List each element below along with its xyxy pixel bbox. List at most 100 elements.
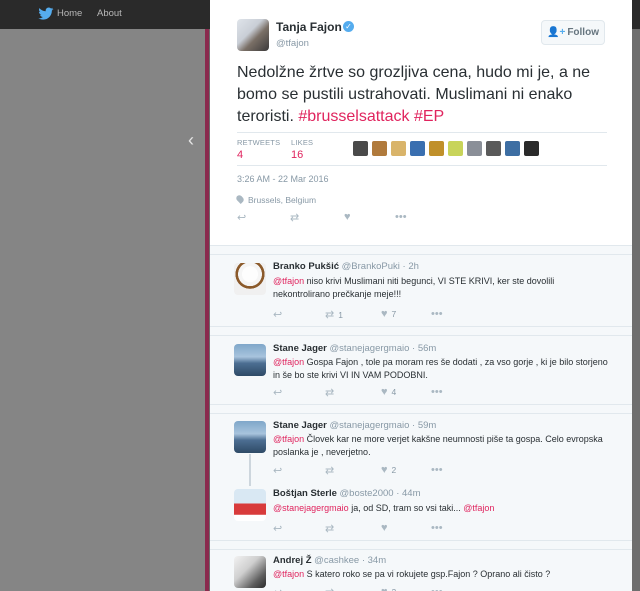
retweet-icon[interactable]: ⇄ 1 (325, 308, 343, 321)
reply-icon[interactable]: ↩ (237, 211, 246, 224)
likes-count: 16 (291, 149, 304, 161)
like-heart-icon[interactable]: ♥2 (381, 464, 396, 476)
follow-user-icon: 👤+ (547, 27, 566, 38)
previous-tweet-arrow-icon[interactable]: ‹ (188, 130, 194, 151)
reply-author-name: Boštjan Sterle (273, 488, 337, 499)
like-heart-icon[interactable]: ♥ (344, 211, 351, 223)
like-heart-icon[interactable]: ♥ 7 (381, 308, 396, 320)
reply-thread: Stane Jager @stanejagergmaio · 59m @tfaj… (210, 414, 632, 541)
more-icon[interactable]: ••• (395, 211, 407, 223)
liker-avatar[interactable] (524, 141, 539, 156)
reply-tweet[interactable]: Branko Pukšić @BrankoPuki · 2h @tfajon n… (210, 255, 632, 327)
reply-icon[interactable]: ↩ (273, 586, 282, 591)
liker-avatar[interactable] (486, 141, 501, 156)
retweet-icon[interactable]: ⇄ (325, 386, 334, 399)
avatar[interactable] (234, 489, 266, 521)
reply-body: niso krivi Muslimani niti begunci, VI ST… (273, 276, 555, 299)
reply-text: @tfajon Gospa Fajon , tole pa moram res … (273, 356, 613, 381)
follow-label: Follow (567, 27, 599, 38)
mention-link[interactable]: @tfajon (463, 503, 494, 513)
replies-separator (210, 405, 632, 414)
reply-tweet[interactable]: Stane Jager @stanejagergmaio · 56m @tfaj… (210, 336, 632, 405)
liker-avatar[interactable] (448, 141, 463, 156)
likes-stat[interactable]: LIKES 16 (291, 138, 313, 161)
reply-author[interactable]: Boštjan Sterle @boste2000 · 44m (273, 488, 421, 499)
avatar[interactable] (237, 19, 269, 51)
tweet-location[interactable]: Brussels, Belgium (235, 194, 316, 205)
like-count: 2 (391, 465, 397, 475)
like-heart-icon[interactable]: ♥ 4 (381, 386, 396, 398)
like-count: 4 (391, 387, 397, 397)
more-icon[interactable]: ••• (431, 586, 443, 591)
more-icon[interactable]: ••• (431, 308, 443, 320)
avatar[interactable] (234, 344, 266, 376)
reply-author[interactable]: Andrej Ž @cashkee · 34m (273, 555, 386, 566)
twitter-bird-icon[interactable] (38, 7, 54, 21)
profile-header-strip (205, 29, 209, 591)
nav-about-link[interactable]: About (97, 8, 122, 19)
likes-label: LIKES (291, 138, 314, 147)
liker-avatar[interactable] (467, 141, 482, 156)
reply-tweet[interactable]: Andrej Ž @cashkee · 34m @tfajon S katero… (210, 550, 632, 591)
retweet-count: 1 (338, 310, 343, 320)
retweets-count: 4 (237, 149, 244, 161)
main-tweet: Tanja Fajon ✓ @tfajon 👤+ Follow Nedolžne … (210, 0, 632, 246)
nav-home-link[interactable]: Home (57, 8, 82, 19)
author-handle[interactable]: @tfajon (276, 38, 309, 49)
replies-separator (210, 541, 632, 550)
retweet-icon[interactable]: ⇄ (325, 586, 334, 591)
reply-author[interactable]: Stane Jager @stanejagergmaio · 59m (273, 420, 436, 431)
reply-author-handle: @BrankoPuki (341, 261, 400, 272)
reply-time: · 44m (396, 488, 421, 499)
reply-author-handle: @stanejagergmaio (329, 420, 410, 431)
reply-icon[interactable]: ↩ (273, 308, 282, 321)
reply-author-name: Stane Jager (273, 420, 327, 431)
liker-avatar[interactable] (410, 141, 425, 156)
more-icon[interactable]: ••• (431, 386, 443, 398)
reply-time: · 34m (361, 555, 387, 566)
liker-avatar[interactable] (505, 141, 520, 156)
reply-author-name: Branko Pukšić (273, 261, 339, 272)
reply-time: · 56m (412, 343, 437, 354)
hashtag-link[interactable]: #brusselsattack (298, 108, 409, 125)
reply-body: Gospa Fajon , tole pa moram res še dodat… (273, 357, 608, 380)
reply-body: Človek kar ne more verjet kakšne neumnos… (273, 434, 603, 457)
reply-text: @tfajon Človek kar ne more verjet kakšne… (273, 433, 613, 458)
hashtag-link[interactable]: #EP (414, 108, 444, 125)
reply-author[interactable]: Branko Pukšić @BrankoPuki · 2h (273, 261, 419, 272)
retweet-icon[interactable]: ⇄ (325, 522, 334, 535)
retweet-icon[interactable]: ⇄ (325, 464, 334, 477)
more-icon[interactable]: ••• (431, 464, 443, 476)
follow-button[interactable]: 👤+ Follow (541, 20, 605, 45)
avatar[interactable] (234, 263, 266, 295)
mention-link[interactable]: @tfajon (273, 357, 304, 367)
liker-avatar[interactable] (429, 141, 444, 156)
avatar[interactable] (234, 556, 266, 588)
reply-icon[interactable]: ↩ (273, 522, 282, 535)
reply-body: S katero roko se pa vi rokujete gsp.Fajo… (304, 569, 551, 579)
like-count: 2 (392, 587, 397, 591)
author-name[interactable]: Tanja Fajon (276, 20, 342, 34)
retweet-icon[interactable]: ⇄ (290, 211, 299, 224)
mention-link[interactable]: @tfajon (273, 276, 304, 286)
avatar[interactable] (234, 421, 266, 453)
replies-separator (210, 246, 632, 255)
like-heart-icon[interactable]: ♥ (381, 522, 388, 534)
reply-text: @stanejagergmaio ja, od SD, tram so vsi … (273, 502, 613, 515)
reply-text: @tfajon niso krivi Muslimani niti begunc… (273, 275, 613, 300)
thread-connector (249, 454, 251, 486)
mention-link[interactable]: @stanejagergmaio (273, 503, 349, 513)
mention-link[interactable]: @tfajon (273, 434, 304, 444)
retweets-stat[interactable]: RETWEETS 4 (237, 138, 280, 161)
reply-author[interactable]: Stane Jager @stanejagergmaio · 56m (273, 343, 436, 354)
liker-avatar[interactable] (372, 141, 387, 156)
retweets-label: RETWEETS (237, 138, 281, 147)
mention-link[interactable]: @tfajon (273, 569, 304, 579)
more-icon[interactable]: ••• (431, 522, 443, 534)
reply-icon[interactable]: ↩ (273, 464, 282, 477)
tweet-stats: RETWEETS 4 LIKES 16 (237, 132, 607, 166)
reply-icon[interactable]: ↩ (273, 386, 282, 399)
like-heart-icon[interactable]: ♥2 (381, 586, 396, 591)
liker-avatar[interactable] (353, 141, 368, 156)
liker-avatar[interactable] (391, 141, 406, 156)
